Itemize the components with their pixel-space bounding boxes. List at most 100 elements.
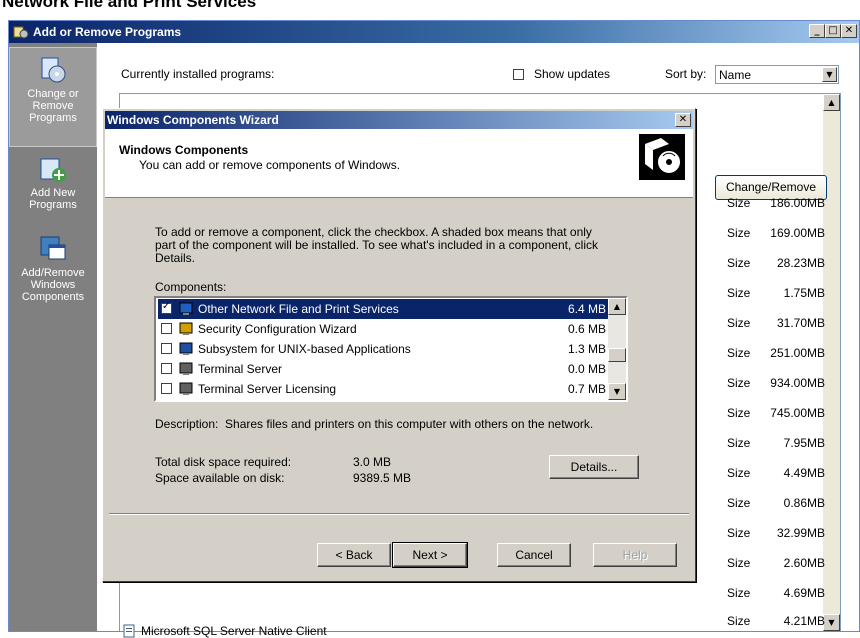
chevron-down-icon[interactable]: ▼	[822, 67, 837, 82]
scroll-down-icon[interactable]: ▼	[608, 383, 626, 400]
program-size-row: Size 28.23MB	[727, 256, 839, 272]
size-value: 0.86MB	[783, 496, 825, 510]
size-value: 31.70MB	[776, 316, 825, 330]
program-size-row: Size 169.00MB	[727, 226, 839, 242]
size-value: 7.95MB	[783, 436, 825, 450]
windows-components-icon	[40, 236, 66, 260]
component-checkbox[interactable]	[161, 301, 172, 314]
details-button[interactable]: Details...	[549, 455, 639, 479]
size-label: Size	[727, 286, 751, 300]
size-value: 251.00MB	[770, 346, 825, 360]
page-heading: Network File and Print Services	[2, 0, 257, 11]
help-button[interactable]: Help	[593, 543, 677, 567]
component-name: Other Network File and Print Services	[198, 302, 399, 316]
wizard-header: Windows Components You can add or remove…	[105, 129, 693, 198]
components-scrollbar[interactable]: ▲ ▼	[608, 298, 626, 400]
add-remove-programs-icon	[13, 26, 29, 39]
component-checkbox[interactable]	[161, 363, 172, 374]
close-button[interactable]: ✕	[841, 24, 857, 38]
component-name: Security Configuration Wizard	[198, 322, 357, 336]
show-updates-label: Show updates	[534, 67, 611, 81]
size-value: 4.21MB	[783, 614, 825, 628]
wizard-titlebar[interactable]: Windows Components Wizard ✕	[105, 111, 693, 129]
components-label: Components:	[155, 280, 227, 294]
sidebar-item-label: Change or Remove Programs	[27, 88, 79, 124]
instructions-line: Details.	[155, 251, 196, 265]
arp-sidebar: Change or Remove Programs Add New Progra…	[9, 43, 97, 631]
disk-required-value: 3.0 MB	[353, 455, 392, 469]
unix-subsystem-icon	[179, 342, 193, 355]
program-size-row: Size 4.49MB	[727, 466, 839, 482]
show-updates-check[interactable]	[513, 68, 524, 80]
minimize-button[interactable]: _	[809, 24, 825, 38]
size-value: 2.60MB	[783, 556, 825, 570]
sidebar-item-label: Add/Remove Windows Components	[21, 267, 85, 303]
description-text: Shares files and printers on this comput…	[225, 417, 594, 431]
sidebar-item-add-new[interactable]: Add New Programs	[9, 153, 97, 211]
component-row[interactable]: Terminal Server Licensing 0.7 MB	[158, 379, 610, 399]
sidebar-item-label: Add New Programs	[29, 187, 77, 211]
size-label: Size	[727, 526, 751, 540]
component-checkbox[interactable]	[161, 323, 172, 334]
back-button[interactable]: < Back	[317, 543, 391, 567]
component-checkbox[interactable]	[161, 343, 172, 354]
size-value: 934.00MB	[770, 376, 825, 390]
size-label: Size	[727, 466, 751, 480]
sidebar-item-change-remove[interactable]: Change or Remove Programs	[9, 47, 97, 147]
add-new-programs-icon	[40, 158, 66, 182]
wizard-separator	[109, 513, 689, 515]
description-label: Description:	[155, 417, 219, 431]
wizard-close-button[interactable]: ✕	[675, 113, 691, 127]
scroll-up-icon[interactable]: ▲	[608, 298, 626, 315]
size-value: 169.00MB	[770, 226, 825, 240]
size-label: Size	[727, 614, 751, 628]
scroll-up-icon[interactable]: ▲	[823, 94, 840, 111]
component-size: 0.0 MB	[567, 362, 606, 376]
program-size-row: Size 1.75MB	[727, 286, 839, 302]
program-size-row: Size 4.69MB	[727, 586, 839, 602]
size-label: Size	[727, 196, 751, 210]
disk-available-label: Space available on disk:	[155, 471, 285, 485]
program-size-row: Size 0.86MB	[727, 496, 839, 512]
size-label: Size	[727, 376, 751, 390]
program-size-row: Size 186.00MB	[727, 196, 839, 212]
component-row[interactable]: Security Configuration Wizard 0.6 MB	[158, 319, 610, 339]
size-value: 745.00MB	[770, 406, 825, 420]
program-size-row: Size 934.00MB	[727, 376, 839, 392]
security-wizard-icon	[179, 322, 193, 335]
windows-components-wizard: Windows Components Wizard ✕ Windows Comp…	[102, 108, 696, 582]
sort-by-value: Name	[719, 68, 752, 82]
component-name: Subsystem for UNIX-based Applications	[198, 342, 411, 356]
component-size: 0.6 MB	[567, 322, 606, 336]
sort-by-label: Sort by:	[665, 67, 707, 81]
terminal-licensing-icon	[179, 382, 193, 395]
wizard-title: Windows Components Wizard	[107, 113, 279, 127]
cd-box-icon	[639, 134, 685, 180]
next-button[interactable]: Next >	[392, 542, 468, 568]
size-label: Size	[727, 346, 751, 360]
component-checkbox[interactable]	[161, 383, 172, 394]
arp-title: Add or Remove Programs	[33, 25, 182, 39]
cancel-button[interactable]: Cancel	[497, 543, 571, 567]
size-value: 32.99MB	[776, 526, 825, 540]
list-item[interactable]: Microsoft SQL Server Native Client	[123, 624, 327, 638]
component-row[interactable]: Subsystem for UNIX-based Applications 1.3…	[158, 339, 610, 359]
component-row[interactable]: Terminal Server 0.0 MB	[158, 359, 610, 379]
component-row[interactable]: Other Network File and Print Services 6.4…	[158, 299, 610, 319]
size-label: Size	[727, 556, 751, 570]
wizard-instructions: To add or remove a component, click the …	[155, 226, 635, 265]
sidebar-item-windows-components[interactable]: Add/Remove Windows Components	[9, 233, 97, 303]
arp-titlebar[interactable]: Add or Remove Programs _ □ ✕	[9, 21, 859, 43]
component-size: 0.7 MB	[567, 382, 606, 396]
network-services-icon	[179, 302, 193, 315]
components-list[interactable]: Other Network File and Print Services 6.4…	[154, 296, 628, 402]
scroll-thumb[interactable]	[608, 348, 626, 362]
show-updates-checkbox[interactable]: Show updates	[513, 67, 610, 81]
wizard-header-subtitle: You can add or remove components of Wind…	[139, 158, 401, 172]
sort-by-select[interactable]: Name ▼	[715, 65, 839, 84]
change-remove-programs-icon	[41, 57, 66, 83]
program-size-row: Size 4.21MB	[727, 614, 839, 630]
size-label: Size	[727, 496, 751, 510]
component-size: 1.3 MB	[567, 342, 606, 356]
maximize-button[interactable]: □	[825, 24, 841, 38]
